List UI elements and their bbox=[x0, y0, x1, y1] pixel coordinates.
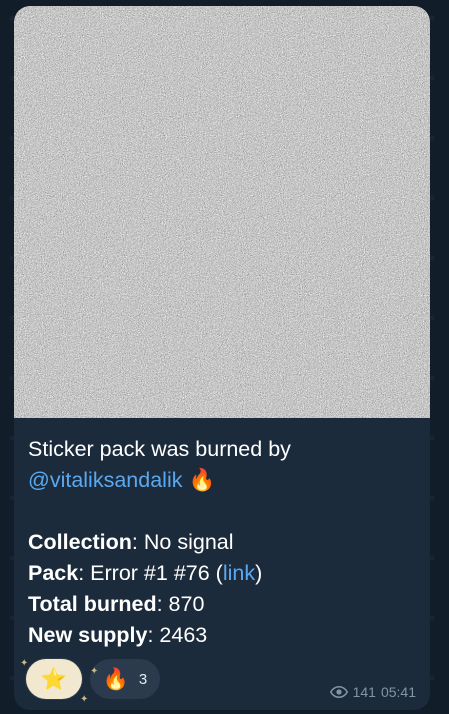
new-supply-value: 2463 bbox=[153, 623, 208, 647]
static-noise-image bbox=[14, 6, 430, 418]
sparkle-icon: ✦ bbox=[90, 666, 99, 677]
total-burned-label: Total burned bbox=[28, 592, 157, 616]
star-reaction-button[interactable]: ⭐ bbox=[26, 659, 82, 699]
message-bubble[interactable]: Sticker pack was burned by @vitaliksanda… bbox=[14, 6, 430, 710]
eye-icon bbox=[329, 686, 348, 698]
pack-close-paren: ) bbox=[255, 561, 263, 585]
sparkle-icon: ✦ bbox=[80, 694, 89, 705]
sticker-preview-image[interactable] bbox=[14, 6, 430, 418]
message-meta: 141 05:41 bbox=[329, 684, 416, 700]
mention-line: @vitaliksandalik 🔥 bbox=[28, 465, 420, 496]
view-count: 141 bbox=[352, 684, 376, 700]
total-burned-value: 870 bbox=[162, 592, 205, 616]
pack-line: Pack: Error #1 #76 (link) bbox=[28, 558, 420, 589]
pack-label: Pack bbox=[28, 561, 79, 585]
fire-reaction-count: 3 bbox=[138, 670, 148, 688]
user-mention-link[interactable]: @vitaliksandalik bbox=[28, 468, 182, 492]
message-time: 05:41 bbox=[380, 684, 416, 700]
fire-emoji: 🔥 bbox=[188, 468, 216, 492]
collection-value: No signal bbox=[137, 530, 234, 554]
burn-notice-text: Sticker pack was burned by bbox=[28, 437, 291, 461]
star-icon: ⭐ bbox=[40, 667, 68, 691]
fire-reaction-button[interactable]: 🔥 3 bbox=[90, 659, 160, 699]
collection-line: Collection: No signal bbox=[28, 527, 420, 558]
sparkle-icon: ✦ bbox=[20, 658, 29, 669]
new-supply-line: New supply: 2463 bbox=[28, 620, 420, 651]
total-burned-line: Total burned: 870 bbox=[28, 589, 420, 620]
burn-notice-line: Sticker pack was burned by bbox=[28, 434, 420, 465]
message-text: Sticker pack was burned by @vitaliksanda… bbox=[28, 434, 420, 651]
pack-value: Error #1 #76 ( bbox=[84, 561, 223, 585]
pack-link[interactable]: link bbox=[223, 561, 255, 585]
reactions-bar: ⭐ 🔥 3 bbox=[26, 659, 160, 699]
collection-label: Collection bbox=[28, 530, 132, 554]
fire-icon: 🔥 bbox=[102, 667, 129, 691]
new-supply-label: New supply bbox=[28, 623, 148, 647]
